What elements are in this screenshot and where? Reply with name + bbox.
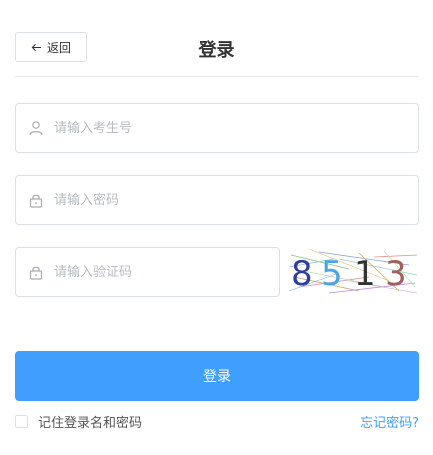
username-field: [15, 103, 419, 153]
lock-icon: [29, 266, 43, 280]
captcha-input[interactable]: [54, 248, 279, 296]
back-button-label: 返回: [46, 40, 71, 55]
login-page: 返回 登录 请输入考生号 请输入验证码 8 5 1 3 登录 记住登录名和密码 …: [0, 0, 433, 455]
password-input[interactable]: [54, 176, 418, 224]
remember-me[interactable]: 记住登录名和密码: [15, 412, 142, 431]
captcha-image[interactable]: 8 5 1 3: [289, 247, 419, 297]
captcha-field: [15, 247, 280, 297]
lock-icon: [29, 194, 43, 208]
captcha-digit: 8: [291, 254, 313, 294]
captcha-digit: 5: [321, 254, 343, 294]
user-icon: [29, 121, 43, 136]
captcha-digit: 3: [385, 254, 407, 294]
captcha-digit: 1: [354, 254, 376, 294]
remember-checkbox[interactable]: [15, 415, 28, 428]
forgot-password-link[interactable]: 忘记密码?: [360, 412, 419, 431]
back-button[interactable]: 返回: [15, 32, 87, 62]
arrow-left-icon: [31, 43, 42, 51]
remember-label: 记住登录名和密码: [38, 416, 143, 431]
password-field: [15, 175, 419, 225]
header: 返回 登录: [15, 32, 418, 77]
username-input[interactable]: [54, 104, 418, 152]
login-button[interactable]: 登录: [15, 351, 419, 401]
